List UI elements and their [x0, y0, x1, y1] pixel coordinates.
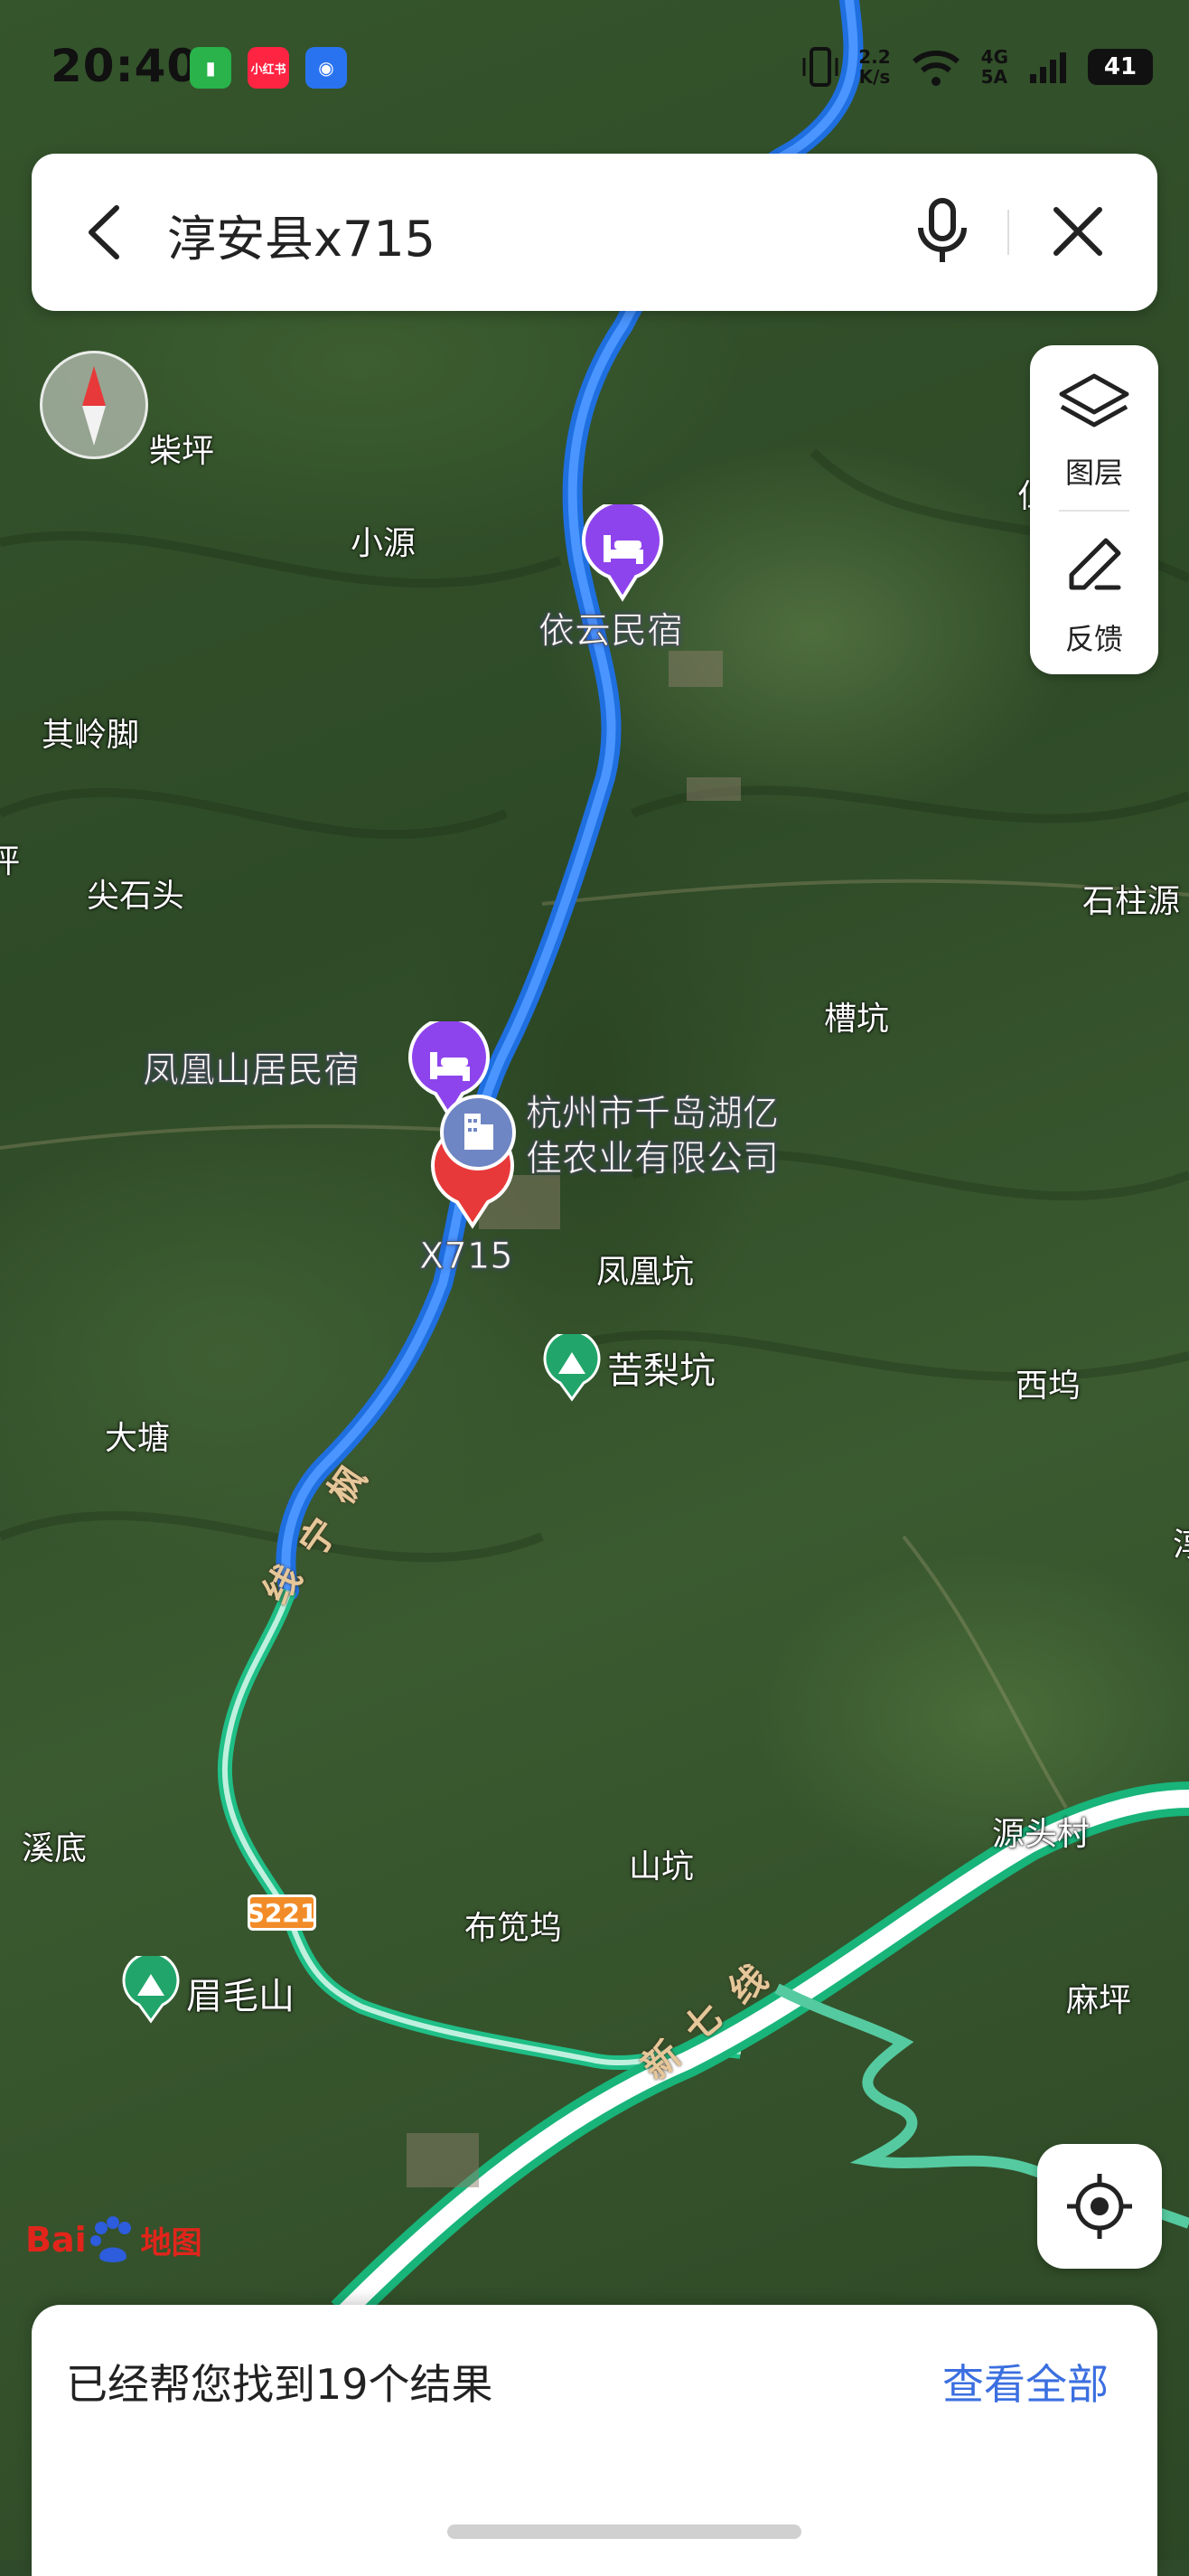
poi-label-fenghuang[interactable]: 凤凰山居民宿 — [143, 1047, 360, 1094]
place-label: 柴坪 — [149, 433, 215, 470]
place-label: 石柱源 — [1082, 883, 1181, 920]
mountain-icon — [543, 1334, 601, 1402]
poi-label-kulikeng[interactable]: 苦梨坑 — [607, 1341, 716, 1394]
place-label: 淳 — [1173, 1518, 1189, 1565]
results-summary: 已经帮您找到19个结果 — [66, 2360, 493, 2409]
clear-search-button[interactable] — [1035, 188, 1121, 275]
place-label: 山坑 — [629, 1848, 695, 1885]
place-label: 尖石头 — [87, 878, 185, 915]
network-type: 4G 5A — [980, 46, 1008, 88]
signal-icon — [1030, 52, 1066, 83]
poi-label-company-line2[interactable]: 佳农业有限公司 — [526, 1135, 780, 1182]
logo-text-ditu: 地图 — [140, 2224, 202, 2261]
blue-app-icon: ◉ — [305, 47, 347, 89]
back-button[interactable] — [64, 192, 145, 273]
search-bar[interactable]: 淳安县x715 — [32, 154, 1157, 311]
place-label: 布笕坞 — [464, 1910, 563, 1947]
s221-road — [217, 1588, 743, 2071]
microphone-icon — [918, 198, 967, 262]
building-icon — [440, 1095, 516, 1170]
locate-me-button[interactable] — [1037, 2144, 1162, 2269]
place-label: 坪 — [0, 843, 21, 880]
tools-divider — [1059, 510, 1129, 512]
map-tools-panel: 图层 反馈 — [1030, 345, 1158, 674]
map-overlay — [0, 0, 1189, 2327]
battery-indicator: 41 — [1088, 49, 1153, 85]
poi-label-yiyun[interactable]: 依云民宿 — [538, 607, 684, 654]
place-label: 西坞 — [1016, 1368, 1081, 1405]
target-label[interactable]: X715 — [419, 1233, 514, 1280]
baidu-paw-icon — [89, 2216, 131, 2262]
crosshair-icon — [1067, 2174, 1132, 2239]
compass-button[interactable] — [40, 351, 148, 459]
mountain-icon — [122, 1956, 180, 2024]
place-label: 槽坑 — [824, 1001, 890, 1038]
place-label: 麻坪 — [1066, 1982, 1132, 2019]
place-label: 源头村 — [992, 1816, 1091, 1853]
place-label: 溪底 — [22, 1830, 88, 1867]
status-time: 20:40 — [51, 40, 200, 92]
voice-search-button[interactable] — [899, 188, 986, 275]
vibrate-icon — [802, 47, 838, 87]
results-bottom-sheet[interactable]: 已经帮您找到19个结果 查看全部 — [32, 2305, 1157, 2576]
layers-icon — [1059, 373, 1129, 428]
logo-text-bai: Bai — [25, 2220, 87, 2260]
home-indicator[interactable] — [447, 2524, 801, 2539]
green-app-icon: ▮ — [190, 47, 231, 89]
status-bar: 20:40 ▮ 小红书 ◉ 2.2 K/s 4G 5A 41 — [0, 0, 1189, 145]
net-speed: 2.2 K/s — [858, 46, 891, 88]
baidu-map-logo: Bai 地图 — [25, 2213, 202, 2267]
compass-icon — [82, 366, 106, 446]
edit-icon — [1069, 538, 1121, 590]
back-arrow-icon — [89, 205, 119, 259]
place-label: 小源 — [351, 525, 417, 562]
poi-label-meimaoshan[interactable]: 眉毛山 — [186, 1967, 295, 2019]
search-query[interactable]: 淳安县x715 — [167, 199, 435, 270]
place-label: 凤凰坑 — [596, 1254, 695, 1291]
view-all-link[interactable]: 查看全部 — [942, 2352, 1109, 2411]
search-divider — [1007, 210, 1009, 255]
poi-label-company-line1[interactable]: 杭州市千岛湖亿 — [526, 1090, 780, 1137]
s221-shield: S221 — [247, 1894, 317, 1931]
close-icon — [1053, 207, 1102, 256]
layers-button[interactable]: 图层 — [1030, 353, 1158, 506]
place-label: 其岭脚 — [42, 717, 140, 754]
xiaohongshu-app-icon: 小红书 — [248, 47, 289, 89]
place-label: 大塘 — [105, 1420, 171, 1457]
feedback-label: 反馈 — [1064, 622, 1123, 656]
satellite-map[interactable]: 柴坪 小源 其岭脚 坪 尖石头 石柱源 槽坑 凤凰坑 西坞 大塘 溪底 山坑 源… — [0, 0, 1189, 2560]
feedback-button[interactable]: 反馈 — [1030, 519, 1158, 672]
wifi-icon — [912, 50, 960, 86]
hotel-icon — [582, 504, 663, 602]
layers-label: 图层 — [1064, 456, 1123, 490]
status-right: 2.2 K/s 4G 5A 41 — [802, 45, 1153, 89]
s221-road-inner — [221, 1590, 742, 2066]
